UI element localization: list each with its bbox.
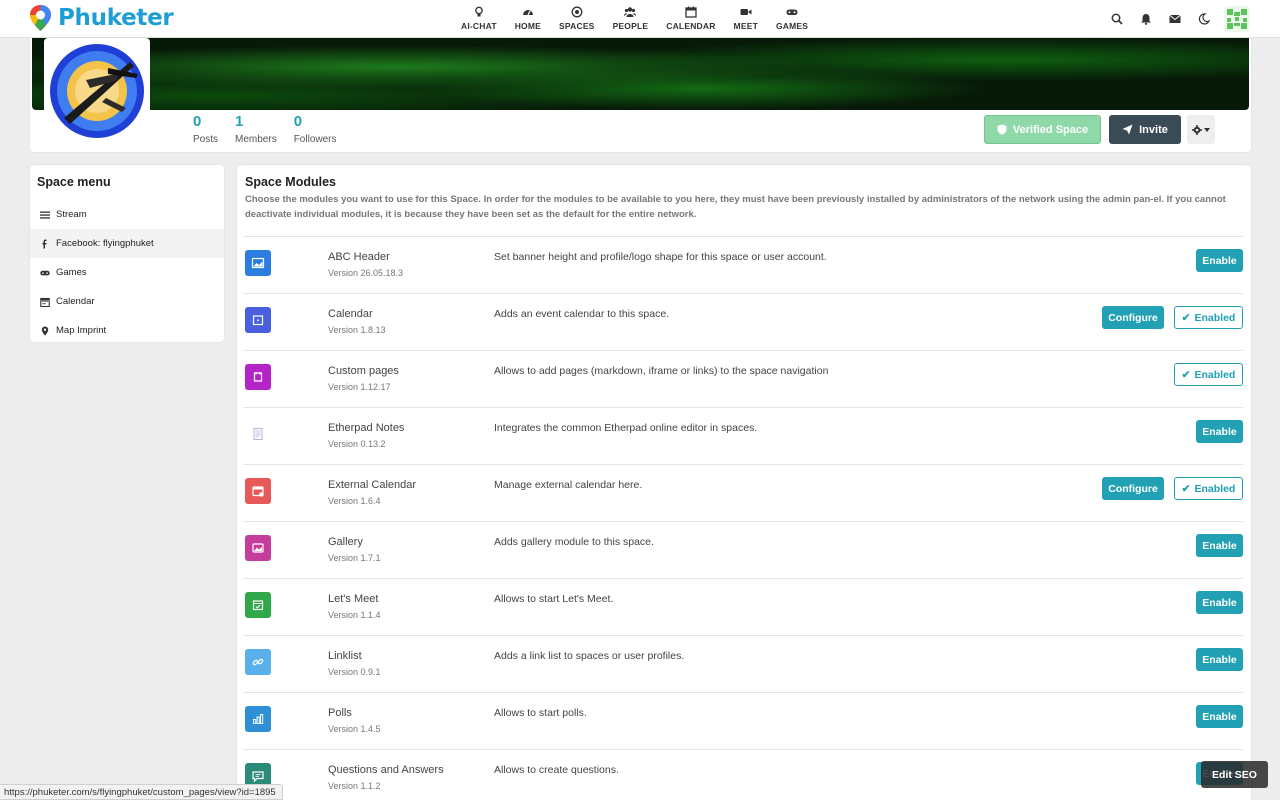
notifications-button[interactable] [1131, 0, 1160, 38]
shield-icon [997, 124, 1007, 135]
module-row-custom-pages: Custom pages Version 1.12.17 Allows to a… [243, 350, 1243, 407]
module-row-calendar: Calendar Version 1.8.13 Adds an event ca… [243, 293, 1243, 350]
followers-counter[interactable]: 0 Followers [294, 113, 337, 145]
image-icon [245, 250, 271, 276]
module-row-external-calendar: External Calendar Version 1.6.4 Manage e… [243, 464, 1243, 521]
verified-space-button[interactable]: Verified Space [984, 115, 1101, 144]
menu-item-calendar[interactable]: Calendar [30, 287, 224, 316]
space-menu-title: Space menu [37, 175, 111, 189]
moon-icon [1198, 13, 1210, 25]
bar-chart-icon [245, 706, 271, 732]
gallery-icon [245, 535, 271, 561]
link-icon [245, 649, 271, 675]
nav-home[interactable]: HOME [515, 0, 541, 38]
module-row-lets-meet: Let's Meet Version 1.1.4 Allows to start… [243, 578, 1243, 635]
facebook-icon [42, 239, 47, 248]
top-navbar: Phuketer AI-CHAT HOME SPACES PEOPLE CALE… [0, 0, 1280, 38]
target-icon [571, 6, 583, 18]
nav-games[interactable]: GAMES [776, 0, 808, 38]
messages-button[interactable] [1160, 0, 1189, 38]
module-row-polls: Polls Version 1.4.5 Allows to start poll… [243, 692, 1243, 749]
enable-button[interactable]: Enable [1196, 591, 1243, 614]
main-nav: AI-CHAT HOME SPACES PEOPLE CALENDAR MEET… [452, 0, 817, 38]
document-icon [245, 421, 271, 447]
search-icon [1111, 13, 1123, 25]
invite-button[interactable]: Invite [1109, 115, 1181, 144]
space-counters: 0 Posts 1 Members 0 Followers [193, 113, 354, 145]
gamepad-icon [786, 9, 798, 15]
space-header: 0 Posts 1 Members 0 Followers Verified S… [30, 38, 1251, 152]
gamepad-icon [40, 270, 50, 275]
paper-plane-icon [1122, 124, 1133, 135]
check-icon: ✔ [1181, 482, 1191, 495]
configure-button[interactable]: Configure [1102, 306, 1164, 329]
menu-item-games[interactable]: Games [30, 258, 224, 287]
enable-button[interactable]: Enable [1196, 534, 1243, 557]
bars-icon [40, 211, 50, 219]
bell-icon [1140, 14, 1151, 25]
map-marker-icon [41, 326, 49, 335]
lightbulb-icon [475, 6, 483, 17]
space-menu: Space menu Stream Facebook: flyingphuket… [30, 165, 224, 342]
calendar-icon [40, 297, 50, 307]
space-settings-dropdown[interactable] [1187, 115, 1215, 144]
module-row-abc-header: ABC Header Version 26.05.18.3 Set banner… [243, 236, 1243, 293]
enable-button[interactable]: Enable [1196, 420, 1243, 443]
module-row-questions-answers: Questions and Answers Version 1.1.2 Allo… [243, 749, 1243, 800]
search-button[interactable] [1102, 0, 1131, 38]
enable-button[interactable]: Enable [1196, 249, 1243, 272]
user-avatar[interactable] [1224, 6, 1250, 32]
browser-status-url: https://phuketer.com/s/flyingphuket/cust… [0, 784, 283, 800]
module-row-linklist: Linklist Version 0.9.1 Adds a link list … [243, 635, 1243, 692]
space-banner-image [32, 38, 1249, 110]
map-pin-logo-icon [29, 4, 52, 32]
calendar-icon [685, 6, 697, 18]
dark-mode-toggle[interactable] [1189, 0, 1218, 38]
gear-icon [1192, 124, 1202, 135]
posts-counter[interactable]: 0 Posts [193, 113, 218, 145]
menu-item-stream[interactable]: Stream [30, 200, 224, 229]
nav-ai-chat[interactable]: AI-CHAT [461, 0, 497, 38]
nav-meet[interactable]: MEET [734, 0, 758, 38]
space-modules-panel: Space Modules Choose the modules you wan… [237, 165, 1251, 800]
configure-button[interactable]: Configure [1102, 477, 1164, 500]
members-counter[interactable]: 1 Members [235, 113, 277, 145]
enabled-toggle-button[interactable]: ✔ Enabled [1174, 363, 1243, 386]
external-calendar-icon [245, 478, 271, 504]
calendar-icon [245, 307, 271, 333]
check-icon: ✔ [1181, 311, 1191, 324]
space-modules-title: Space Modules [245, 175, 336, 189]
nav-spaces[interactable]: SPACES [559, 0, 595, 38]
enable-button[interactable]: Enable [1196, 705, 1243, 728]
users-icon [624, 7, 637, 17]
nav-people[interactable]: PEOPLE [613, 0, 649, 38]
brand-name: Phuketer [58, 5, 174, 31]
module-row-etherpad-notes: Etherpad Notes Version 0.13.2 Integrates… [243, 407, 1243, 464]
brand-logo[interactable]: Phuketer [29, 4, 174, 32]
enabled-toggle-button[interactable]: ✔ Enabled [1174, 477, 1243, 500]
caret-down-icon [1204, 127, 1210, 132]
space-profile-image[interactable] [44, 38, 150, 144]
enabled-toggle-button[interactable]: ✔ Enabled [1174, 306, 1243, 329]
menu-item-facebook[interactable]: Facebook: flyingphuket [30, 229, 224, 258]
edit-seo-button[interactable]: Edit SEO [1201, 761, 1268, 788]
envelope-icon [1168, 14, 1181, 23]
top-right-icons [1102, 0, 1250, 38]
space-modules-description: Choose the modules you want to use for t… [245, 194, 1226, 220]
enable-button[interactable]: Enable [1196, 648, 1243, 671]
menu-item-map-imprint[interactable]: Map Imprint [30, 316, 224, 345]
meeting-calendar-icon [245, 592, 271, 618]
dashboard-icon [522, 10, 533, 16]
module-row-gallery: Gallery Version 1.7.1 Adds gallery modul… [243, 521, 1243, 578]
video-icon [740, 9, 752, 15]
page-icon [245, 364, 271, 390]
nav-calendar[interactable]: CALENDAR [666, 0, 715, 38]
check-icon: ✔ [1181, 368, 1191, 381]
